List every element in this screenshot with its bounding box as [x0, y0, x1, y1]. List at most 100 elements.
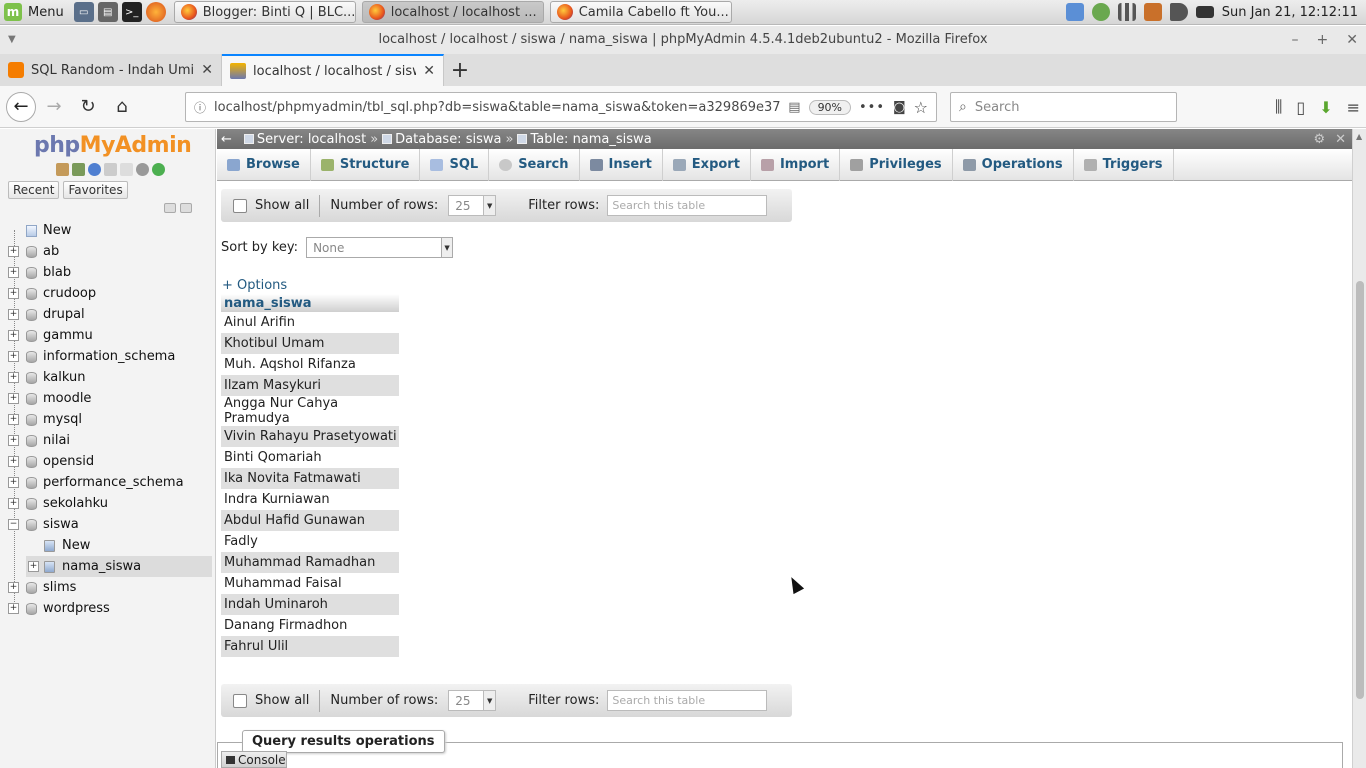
home-button[interactable]: ⌂ [106, 91, 138, 123]
show-desktop-icon[interactable]: ▭ [73, 2, 94, 22]
breadcrumb-database[interactable]: Database: siswa [382, 132, 501, 147]
signal-strength-icon[interactable] [1117, 3, 1136, 21]
filter-rows-input[interactable]: Search this table [607, 195, 768, 216]
expand-icon[interactable]: + [8, 435, 19, 446]
table-cell-nama-siswa[interactable]: Muhammad Ramadhan [221, 552, 399, 573]
download-icon[interactable]: ⬇ [1319, 98, 1332, 117]
table-row[interactable]: Fahrul Ulil [221, 636, 399, 657]
tab-insert[interactable]: Insert [580, 148, 663, 181]
tree-db-sekolahku[interactable]: + sekolahku [0, 493, 215, 514]
library-icon[interactable]: ⫼ [1275, 97, 1282, 117]
tree-db-gammu[interactable]: + gammu [0, 325, 215, 346]
collapse-icon[interactable]: − [8, 519, 19, 530]
table-cell-nama-siswa[interactable]: Abdul Hafid Gunawan [221, 510, 399, 531]
tab-import[interactable]: Import [751, 148, 841, 181]
firefox-launcher-icon[interactable] [145, 2, 166, 22]
page-scrollbar[interactable]: ▲ [1352, 129, 1366, 768]
number-of-rows-select[interactable]: 25 ▼ [448, 195, 497, 216]
help-icon[interactable] [88, 163, 101, 176]
volume-icon[interactable] [1169, 3, 1188, 21]
options-toggle-link[interactable]: + Options [222, 278, 287, 293]
table-cell-nama-siswa[interactable]: Muhammad Faisal [221, 573, 399, 594]
tab-export[interactable]: Export [663, 148, 751, 181]
reload-navigation-icon[interactable] [152, 163, 165, 176]
table-row[interactable]: Muh. Aqshol Rifanza [221, 354, 399, 375]
tab-browse[interactable]: Browse [217, 148, 311, 181]
expand-icon[interactable]: + [8, 498, 19, 509]
tree-db-information-schema[interactable]: + information_schema [0, 346, 215, 367]
table-cell-nama-siswa[interactable]: Muh. Aqshol Rifanza [221, 354, 399, 375]
window-menu-chevron-icon[interactable]: ▼ [8, 26, 16, 54]
filter-rows-input[interactable]: Search this table [607, 690, 768, 711]
taskbar-window-phpmyadmin[interactable]: localhost / localhost ... [361, 1, 544, 23]
table-row[interactable]: Angga Nur Cahya Pramudya [221, 396, 399, 426]
table-row[interactable]: Fadly [221, 531, 399, 552]
table-row[interactable]: Danang Firmadhon [221, 615, 399, 636]
favorite-tables-button[interactable]: Favorites [63, 181, 128, 199]
expand-icon[interactable]: + [8, 414, 19, 425]
expand-icon[interactable]: + [8, 582, 19, 593]
logout-icon[interactable] [72, 163, 85, 176]
table-row[interactable]: Ainul Arifin [221, 312, 399, 333]
tab-structure[interactable]: Structure [311, 148, 421, 181]
settings-gear-icon[interactable] [136, 163, 149, 176]
terminal-icon[interactable]: >_ [121, 2, 142, 22]
browser-tab-sql-random[interactable]: SQL Random - Indah Umina ✕ [0, 54, 222, 86]
tree-new-database[interactable]: New [0, 220, 215, 241]
table-cell-nama-siswa[interactable]: Khotibul Umam [221, 333, 399, 354]
breadcrumb-table[interactable]: Table: nama_siswa [517, 132, 652, 147]
tab-sql[interactable]: SQL [420, 148, 490, 181]
expand-icon[interactable]: + [8, 603, 19, 614]
search-bar[interactable]: ⌕ Search [950, 92, 1177, 122]
phpmyadmin-logo[interactable]: phpMyAdmin [34, 133, 192, 158]
site-info-icon[interactable]: ⓘ [194, 99, 206, 116]
url-text[interactable]: localhost/phpmyadmin/tbl_sql.php?db=sisw… [214, 100, 780, 115]
tree-db-slims[interactable]: + slims [0, 577, 215, 598]
table-row[interactable]: Binti Qomariah [221, 447, 399, 468]
media-player-icon[interactable] [1143, 3, 1162, 21]
tree-db-opensid[interactable]: + opensid [0, 451, 215, 472]
zoom-level-badge[interactable]: 90% [808, 99, 852, 115]
table-row[interactable]: Khotibul Umam [221, 333, 399, 354]
table-cell-nama-siswa[interactable]: Danang Firmadhon [221, 615, 399, 636]
tree-db-crudoop[interactable]: + crudoop [0, 283, 215, 304]
back-button[interactable]: ← [6, 91, 36, 122]
tree-db-wordpress[interactable]: + wordpress [0, 598, 215, 619]
browser-tab-phpmyadmin[interactable]: localhost / localhost / sisw ✕ [222, 54, 444, 86]
tree-db-performance-schema[interactable]: + performance_schema [0, 472, 215, 493]
table-row[interactable]: Abdul Hafid Gunawan [221, 510, 399, 531]
maximize-icon[interactable]: + [1317, 26, 1329, 54]
table-cell-nama-siswa[interactable]: Ika Novita Fatmawati [221, 468, 399, 489]
scroll-up-arrow-icon[interactable]: ▲ [1356, 132, 1362, 141]
number-of-rows-select[interactable]: 25 ▼ [448, 690, 497, 711]
tree-db-nilai[interactable]: + nilai [0, 430, 215, 451]
expand-icon[interactable]: + [8, 351, 19, 362]
expand-icon[interactable]: + [8, 288, 19, 299]
table-cell-nama-siswa[interactable]: Indah Uminaroh [221, 594, 399, 615]
tree-db-siswa[interactable]: − siswa [0, 514, 215, 535]
pocket-icon[interactable]: ◙ [893, 100, 906, 115]
update-shield-icon[interactable] [1091, 3, 1110, 21]
forward-button[interactable]: → [38, 91, 70, 123]
clock[interactable]: Sun Jan 21, 12:12:11 [1222, 5, 1358, 20]
tree-db-mysql[interactable]: + mysql [0, 409, 215, 430]
scrollbar-thumb[interactable] [1356, 281, 1364, 699]
recent-tables-button[interactable]: Recent [8, 181, 60, 199]
collapse-all-icon[interactable] [164, 203, 176, 213]
tab-triggers[interactable]: Triggers [1074, 148, 1174, 181]
close-tab-icon[interactable]: ✕ [423, 63, 435, 79]
reader-view-icon[interactable]: ▤ [788, 100, 800, 115]
table-row[interactable]: Muhammad Faisal [221, 573, 399, 594]
tree-db-blab[interactable]: + blab [0, 262, 215, 283]
expand-icon[interactable]: + [8, 309, 19, 320]
show-all-checkbox[interactable] [233, 693, 247, 708]
page-actions-icon[interactable]: ••• [859, 100, 885, 115]
show-all-checkbox[interactable] [233, 198, 247, 213]
expand-icon[interactable]: + [8, 393, 19, 404]
console-toggle[interactable]: Console [221, 751, 287, 768]
settings-gear-icon[interactable]: ⚙ [1313, 132, 1325, 147]
sort-by-key-select[interactable]: None ▼ [306, 237, 454, 258]
sidebar-icon[interactable]: ▯ [1296, 98, 1305, 117]
hamburger-menu-icon[interactable]: ≡ [1347, 98, 1360, 117]
expand-icon[interactable]: + [8, 477, 19, 488]
